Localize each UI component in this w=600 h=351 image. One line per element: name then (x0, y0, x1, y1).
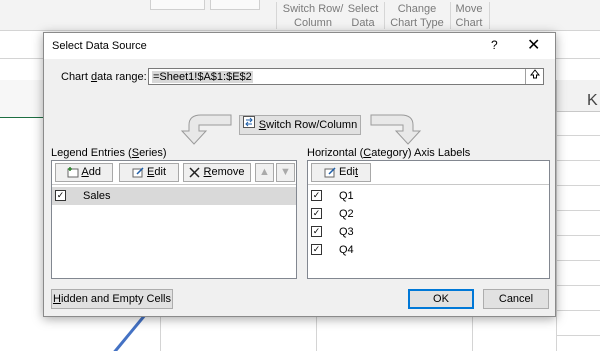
select-data-ribbon-button[interactable]: Select Data (346, 2, 380, 30)
ribbon-separator (489, 2, 490, 29)
legend-entries-panel: Add Edit Remove ▲ ▼ ✓ Sales (51, 160, 297, 279)
legend-toolbar: Add Edit Remove ▲ ▼ (52, 161, 296, 185)
axis-label-checkbox[interactable]: ✓ (311, 208, 322, 219)
edit-icon (324, 166, 336, 178)
gridline (556, 160, 600, 161)
axis-label-row[interactable]: ✓ Q4 (308, 241, 549, 259)
left-arrow-icon (180, 114, 232, 145)
right-arrow-icon (370, 114, 422, 145)
help-button[interactable]: ? (491, 38, 498, 52)
move-chart-ribbon-button[interactable]: Move Chart (454, 2, 484, 30)
axis-label-text: Q4 (339, 244, 354, 256)
ribbon-separator (384, 2, 385, 29)
gridline (556, 310, 600, 311)
dialog-titlebar[interactable]: Select Data Source ? ✕ (44, 33, 555, 59)
remove-icon (189, 166, 200, 178)
ribbon-separator (276, 2, 277, 29)
change-chart-type-ribbon-button[interactable]: Change Chart Type (388, 2, 446, 30)
row-header-area (0, 80, 43, 118)
edit-icon (132, 166, 144, 178)
add-icon (67, 166, 79, 178)
collapse-dialog-icon[interactable] (525, 69, 543, 84)
switch-row-column-button[interactable]: Switch Row/Column (239, 115, 361, 135)
series-label: Sales (83, 190, 111, 202)
axis-labels-title: Horizontal (Category) Axis Labels (307, 147, 471, 159)
gridline (472, 317, 473, 351)
series-row[interactable]: ✓ Sales (52, 187, 296, 205)
gridline (316, 317, 317, 351)
switch-row-column-ribbon-button[interactable]: Switch Row/Column (282, 2, 344, 30)
ribbon-separator (450, 2, 451, 29)
series-checkbox[interactable]: ✓ (55, 190, 66, 201)
dialog-title: Select Data Source (52, 40, 147, 52)
axis-label-text: Q3 (339, 226, 354, 238)
axis-label-checkbox[interactable]: ✓ (311, 244, 322, 255)
move-up-icon: ▲ (259, 166, 270, 178)
axis-label-row[interactable]: ✓ Q1 (308, 187, 549, 205)
axis-label-row[interactable]: ✓ Q2 (308, 205, 549, 223)
gridline (556, 335, 600, 336)
axis-label-text: Q1 (339, 190, 354, 202)
gridline (556, 185, 600, 186)
legend-entries-label: Legend Entries (Series) (51, 147, 167, 159)
move-down-button[interactable]: ▼ (276, 163, 295, 182)
gridline (160, 317, 161, 351)
move-down-icon: ▼ (280, 166, 291, 178)
hidden-empty-cells-button[interactable]: Hidden and Empty Cells (51, 289, 173, 309)
column-header-k[interactable]: K (556, 80, 600, 112)
add-series-button[interactable]: Add (55, 163, 113, 182)
edit-series-button[interactable]: Edit (119, 163, 179, 182)
axis-labels-panel: Edit ✓ Q1 ✓ Q2 ✓ Q3 ✓ Q4 (307, 160, 550, 279)
select-data-source-dialog: Select Data Source ? ✕ Chart data range:… (43, 32, 556, 317)
axis-label-row[interactable]: ✓ Q3 (308, 223, 549, 241)
gridline (556, 260, 600, 261)
chart-data-range-label: Chart data range: (61, 71, 147, 83)
axis-label-checkbox[interactable]: ✓ (311, 226, 322, 237)
axis-label-checkbox[interactable]: ✓ (311, 190, 322, 201)
selection-indicator (0, 117, 43, 118)
move-up-button[interactable]: ▲ (255, 163, 274, 182)
chart-style-thumb[interactable] (210, 0, 260, 10)
chart-style-thumb[interactable] (150, 0, 205, 10)
ok-button[interactable]: OK (408, 289, 474, 309)
gridline (556, 135, 600, 136)
gridline (556, 235, 600, 236)
chart-data-range-value: =Sheet1!$A$1:$E$2 (152, 71, 253, 83)
switch-row-column-icon (242, 116, 255, 134)
ribbon: Switch Row/Column Select Data Change Chart… (0, 0, 600, 31)
remove-series-button[interactable]: Remove (183, 163, 251, 182)
gridline (556, 112, 557, 351)
gridline (556, 285, 600, 286)
axis-label-text: Q2 (339, 208, 354, 220)
close-icon[interactable]: ✕ (527, 35, 540, 55)
cancel-button[interactable]: Cancel (483, 289, 549, 309)
gridline (556, 210, 600, 211)
axis-toolbar: Edit (308, 161, 549, 185)
edit-axis-labels-button[interactable]: Edit (311, 163, 371, 182)
chart-data-range-input[interactable]: =Sheet1!$A$1:$E$2 (148, 68, 544, 85)
